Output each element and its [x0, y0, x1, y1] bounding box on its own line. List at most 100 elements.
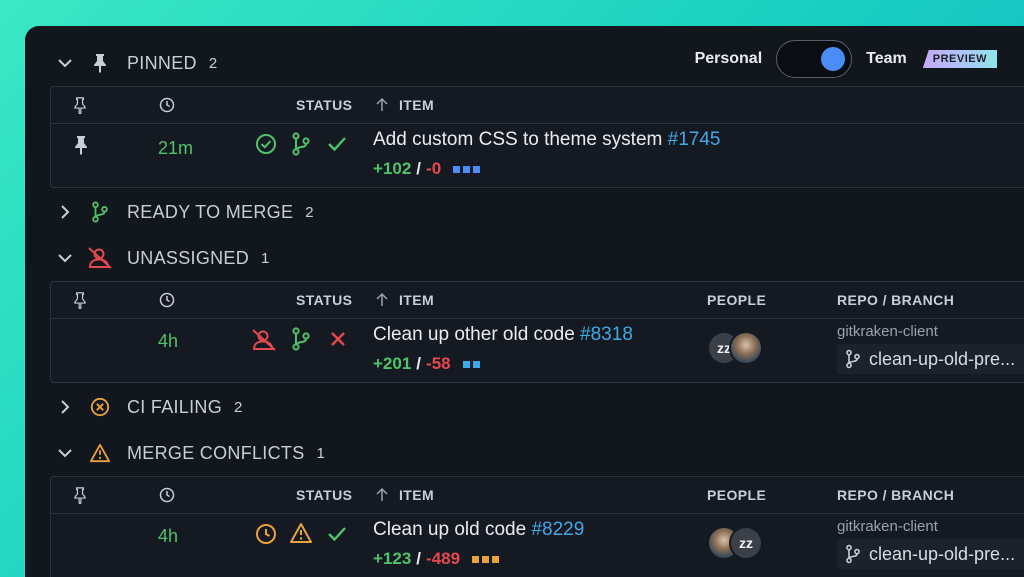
item-title[interactable]: Add custom CSS to theme system #1745	[373, 129, 720, 151]
item-title[interactable]: Clean up other old code #8318	[373, 324, 633, 346]
diff-bar	[472, 555, 500, 563]
x-circle-icon	[85, 397, 115, 417]
diff-block	[472, 555, 480, 563]
pin-column-icon[interactable]	[73, 97, 87, 117]
clock-icon	[255, 523, 277, 550]
pinned-table: STATUS ITEM 21m Add custom CSS to theme …	[50, 86, 1024, 188]
deletions: -58	[426, 354, 451, 373]
repo-name[interactable]: gitkraken-client	[837, 323, 938, 340]
table-header: STATUS ITEM PEOPLE REPO / BRANCH	[51, 477, 1024, 514]
warning-icon	[85, 443, 115, 463]
section-count: 1	[261, 249, 270, 267]
branch-chip[interactable]: clean-up-old-pre...	[837, 344, 1024, 374]
clock-column-icon[interactable]	[159, 487, 175, 506]
section-merge-conflicts[interactable]: MERGE CONFLICTS 1	[25, 438, 325, 468]
people-column-header[interactable]: PEOPLE	[707, 292, 766, 308]
item-number[interactable]: #8318	[580, 324, 633, 345]
repo-branch-column-header[interactable]: REPO / BRANCH	[837, 292, 954, 308]
elapsed-time: 21m	[158, 138, 194, 158]
item-number[interactable]: #1745	[668, 129, 721, 150]
elapsed-time: 4h	[158, 526, 179, 546]
item-title-text[interactable]: Clean up old code	[373, 519, 526, 540]
section-count: 2	[305, 203, 314, 221]
status-column-header[interactable]: STATUS	[296, 487, 352, 503]
status-column-header[interactable]: STATUS	[296, 292, 352, 308]
table-row[interactable]: 4h Clean up other old code #8318 +201 / …	[51, 319, 1024, 381]
section-title: PINNED	[127, 52, 197, 73]
item-title-text[interactable]: Add custom CSS to theme system	[373, 129, 662, 150]
view-toggle-area: Personal Team PREVIEW	[695, 40, 997, 78]
sort-arrow-icon[interactable]	[375, 487, 389, 506]
personal-label[interactable]: Personal	[695, 50, 763, 68]
section-count: 2	[208, 54, 218, 72]
unassigned-user-icon	[251, 328, 277, 357]
pin-column-icon[interactable]	[73, 487, 87, 507]
check-icon	[327, 524, 347, 549]
diff-block	[492, 555, 500, 563]
table-header: STATUS ITEM	[51, 87, 1024, 124]
branch-icon	[85, 201, 115, 223]
merge-conflicts-table: STATUS ITEM PEOPLE REPO / BRANCH 4h Clea…	[50, 476, 1024, 577]
section-pinned[interactable]: PINNED 2	[25, 48, 217, 78]
table-row[interactable]: 21m Add custom CSS to theme system #1745…	[51, 124, 1024, 186]
toggle-knob	[821, 47, 846, 71]
check-icon	[327, 134, 347, 159]
diff-separator: /	[416, 354, 422, 373]
diff-stats: +102 / -0	[373, 159, 481, 179]
repo-name[interactable]: gitkraken-client	[837, 518, 938, 535]
sort-arrow-icon[interactable]	[375, 97, 389, 116]
team-label[interactable]: Team	[866, 50, 907, 68]
branch-icon	[845, 544, 861, 564]
item-column-header[interactable]: ITEM	[399, 292, 434, 308]
unassigned-user-icon	[85, 246, 115, 270]
sort-arrow-icon[interactable]	[375, 292, 389, 311]
diff-block	[453, 165, 461, 173]
section-count: 1	[316, 444, 326, 462]
branch-name: clean-up-old-pre...	[869, 543, 1016, 564]
avatar[interactable]: zz	[729, 526, 763, 560]
diff-block	[472, 360, 480, 368]
diff-separator: /	[416, 159, 422, 178]
close-icon	[330, 331, 346, 352]
section-unassigned[interactable]: UNASSIGNED 1	[25, 243, 270, 273]
diff-stats: +123 / -489	[373, 549, 500, 569]
status-column-header[interactable]: STATUS	[296, 97, 352, 113]
personal-team-toggle[interactable]	[776, 40, 853, 78]
item-column-header[interactable]: ITEM	[399, 487, 434, 503]
diff-block	[462, 360, 470, 368]
people-avatars: zz	[707, 331, 787, 371]
table-row[interactable]: 4h Clean up old code #8229 +123 / -489 z…	[51, 514, 1024, 576]
chevron-right-icon[interactable]	[45, 399, 85, 415]
section-ready-to-merge[interactable]: READY TO MERGE 2	[25, 197, 314, 227]
unassigned-table: STATUS ITEM PEOPLE REPO / BRANCH 4h Clea…	[50, 281, 1024, 383]
diff-separator: /	[416, 549, 422, 568]
chevron-down-icon[interactable]	[45, 448, 85, 458]
pin-icon[interactable]	[73, 135, 89, 160]
diff-bar	[453, 165, 481, 173]
item-title-text[interactable]: Clean up other old code	[373, 324, 575, 345]
repo-branch-column-header[interactable]: REPO / BRANCH	[837, 487, 954, 503]
section-title: MERGE CONFLICTS	[127, 442, 305, 463]
table-header: STATUS ITEM PEOPLE REPO / BRANCH	[51, 282, 1024, 319]
clock-column-icon[interactable]	[159, 292, 175, 311]
section-ci-failing[interactable]: CI FAILING 2	[25, 392, 243, 422]
pin-icon	[85, 53, 115, 73]
elapsed-time: 4h	[158, 331, 179, 351]
branch-name: clean-up-old-pre...	[869, 348, 1016, 369]
people-column-header[interactable]: PEOPLE	[707, 487, 766, 503]
item-number[interactable]: #8229	[531, 519, 584, 540]
item-column-header[interactable]: ITEM	[399, 97, 434, 113]
chevron-right-icon[interactable]	[45, 204, 85, 220]
item-title[interactable]: Clean up old code #8229	[373, 519, 584, 541]
people-avatars: zz	[707, 526, 787, 566]
chevron-down-icon[interactable]	[45, 58, 85, 68]
branch-chip[interactable]: clean-up-old-pre...	[837, 539, 1024, 569]
pin-column-icon[interactable]	[73, 292, 87, 312]
avatar[interactable]	[729, 331, 763, 365]
chevron-down-icon[interactable]	[45, 253, 85, 263]
diff-block	[482, 555, 490, 563]
section-title: CI FAILING	[127, 396, 223, 417]
section-title: UNASSIGNED	[127, 247, 250, 268]
clock-column-icon[interactable]	[159, 97, 175, 116]
deletions: -0	[426, 159, 442, 178]
